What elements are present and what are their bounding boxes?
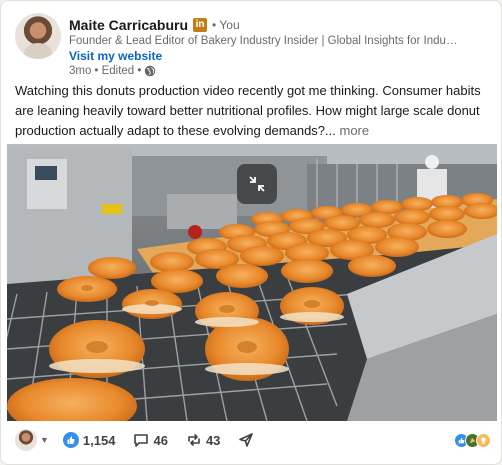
see-more-button[interactable]: more xyxy=(340,123,370,138)
send-icon xyxy=(239,433,254,447)
social-actions-bar: ▼ 1,154 46 43 xyxy=(15,425,491,455)
send-button[interactable] xyxy=(238,432,254,448)
visit-website-link[interactable]: Visit my website xyxy=(69,49,491,63)
post-card: Maite Carricaburu in • You Founder & Lea… xyxy=(0,0,502,465)
chevron-down-icon[interactable]: ▼ xyxy=(40,435,49,445)
post-meta: 3mo • Edited • xyxy=(69,65,491,77)
post-video[interactable] xyxy=(7,144,497,421)
author-headline: Founder & Lead Editor of Bakery Industry… xyxy=(69,35,459,47)
minimize-video-button[interactable] xyxy=(237,164,277,204)
premium-badge-icon: in xyxy=(193,17,208,32)
comments-count-button[interactable]: 46 xyxy=(133,432,168,448)
reaction-types[interactable] xyxy=(454,432,491,448)
insightful-icon xyxy=(476,432,491,448)
comment-icon xyxy=(134,434,149,447)
post-body: Watching this donuts production video re… xyxy=(15,83,481,138)
author-info: Maite Carricaburu in • You Founder & Lea… xyxy=(69,15,491,78)
reactions-count: 1,154 xyxy=(82,432,116,448)
reposts-count: 43 xyxy=(205,432,221,448)
like-icon xyxy=(62,432,79,448)
repost-icon xyxy=(188,434,200,446)
post-edited: • Edited • xyxy=(94,65,142,77)
post-text: Watching this donuts production video re… xyxy=(15,81,491,141)
post-header: Maite Carricaburu in • You Founder & Lea… xyxy=(15,13,491,78)
post-time: 3mo xyxy=(69,65,92,77)
author-avatar[interactable] xyxy=(15,13,61,59)
globe-icon xyxy=(145,65,156,77)
comments-count: 46 xyxy=(153,432,168,448)
minimize-icon xyxy=(249,176,265,192)
reposts-count-button[interactable]: 43 xyxy=(186,432,220,448)
react-as-avatar[interactable] xyxy=(15,429,37,451)
author-name[interactable]: Maite Carricaburu xyxy=(69,17,188,33)
reactions-count-button[interactable]: 1,154 xyxy=(62,432,116,448)
connection-degree: • You xyxy=(212,17,240,32)
author-name-row: Maite Carricaburu in • You xyxy=(69,15,491,34)
